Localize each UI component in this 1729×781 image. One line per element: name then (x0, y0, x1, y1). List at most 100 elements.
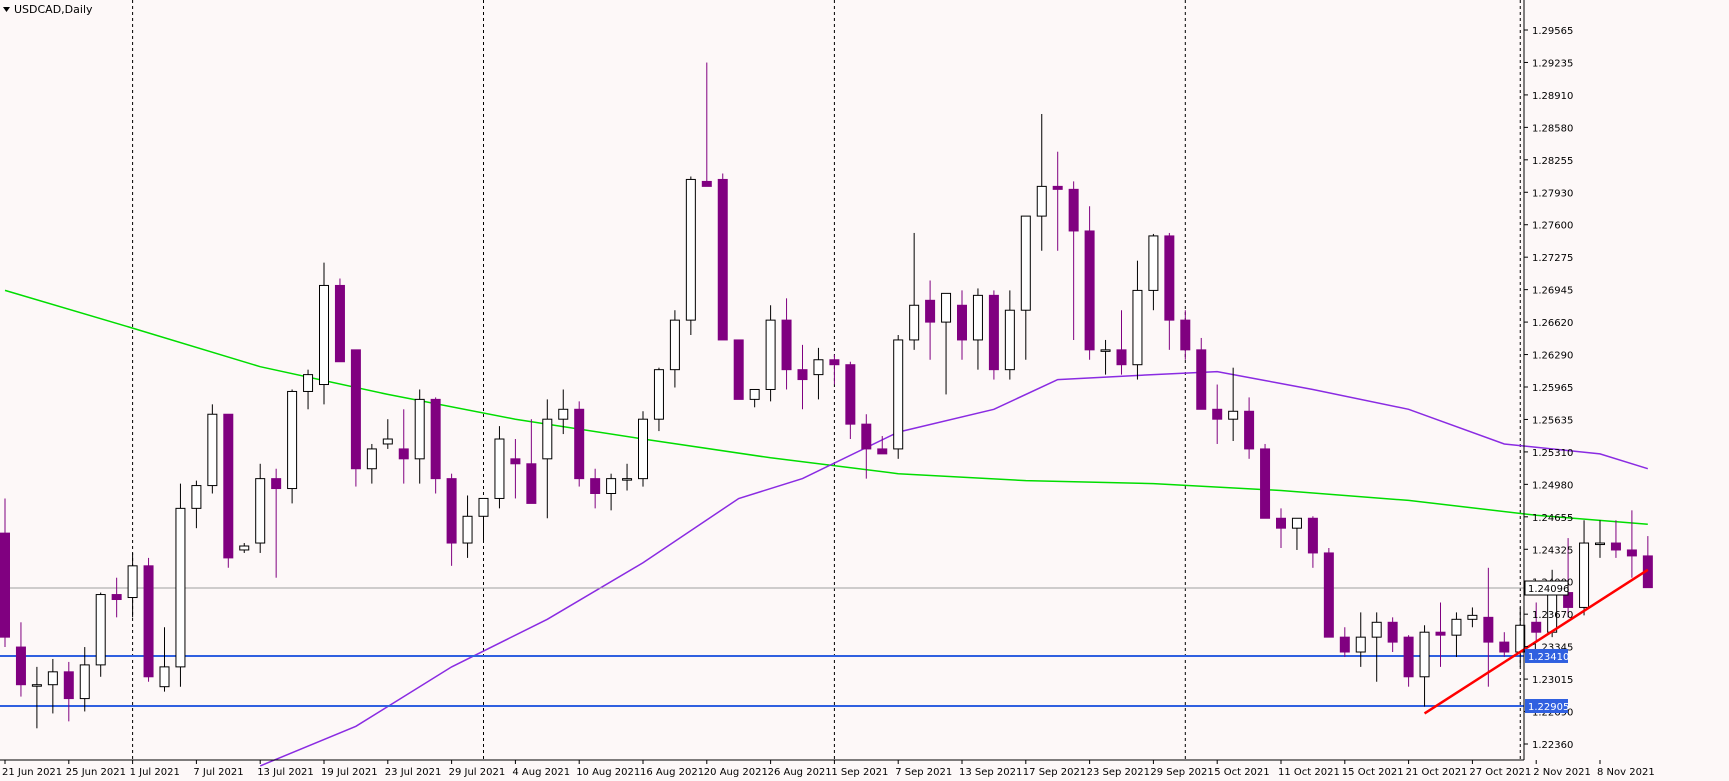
candle-body (15, 646, 26, 686)
candle-body (1403, 636, 1414, 678)
candle-body (1260, 448, 1271, 519)
candle[interactable] (685, 176, 696, 335)
candle-body (1387, 621, 1398, 643)
candle-body (207, 413, 218, 487)
price-tick-label: 1.26290 (1532, 351, 1573, 362)
candle-body (462, 515, 473, 544)
time-tick-label: 15 Oct 2021 (1342, 767, 1404, 778)
price-tick-label: 1.27600 (1532, 221, 1573, 232)
candle-body (47, 671, 58, 686)
candle-body (574, 408, 585, 480)
price-tick-label: 1.29235 (1532, 58, 1573, 69)
candle-body (1579, 542, 1590, 608)
candle-body (1323, 552, 1334, 638)
candle-body (1610, 542, 1621, 551)
candle[interactable] (287, 389, 298, 504)
candle[interactable] (207, 404, 218, 494)
candle-body (1307, 517, 1318, 554)
time-tick-label: 23 Sep 2021 (1087, 767, 1150, 778)
candle[interactable] (717, 173, 728, 341)
candle-body (1531, 621, 1542, 633)
candle-body (143, 565, 154, 678)
candle-body (685, 178, 696, 321)
candle-body (542, 418, 553, 460)
candle-body (319, 284, 329, 386)
candle-body (925, 299, 936, 323)
price-tick-label: 1.25965 (1532, 383, 1573, 394)
price-tick-label: 1.28910 (1532, 91, 1573, 102)
chart-title: USDCAD,Daily (3, 3, 93, 16)
candle-body (1132, 289, 1143, 366)
time-tick-label: 13 Sep 2021 (959, 767, 1022, 778)
candle[interactable] (334, 278, 345, 363)
candle[interactable] (893, 334, 904, 459)
candle-body (1515, 624, 1526, 653)
candle-body (1004, 309, 1015, 371)
candle-body (303, 374, 314, 392)
candle-body (1355, 636, 1366, 653)
time-tick-label: 29 Jul 2021 (449, 767, 506, 778)
candle[interactable] (223, 413, 234, 568)
candle-body (845, 364, 856, 425)
price-tick-label: 1.27930 (1532, 188, 1573, 199)
candle-body (446, 478, 457, 544)
candle[interactable] (95, 592, 106, 677)
time-tick-label: 8 Nov 2021 (1597, 767, 1655, 778)
candle-body (829, 359, 840, 366)
candle-body (1276, 517, 1286, 529)
time-tick-label: 10 Aug 2021 (576, 767, 640, 778)
candle-body (957, 304, 967, 341)
candle-body (1052, 185, 1063, 190)
candle-body (781, 319, 792, 371)
candlestick-chart[interactable]: 1.29565 1.29235 1.28910 1.28580 1.28255 1.279… (0, 0, 1729, 781)
candle-body (1148, 235, 1159, 291)
candle-body (1339, 636, 1350, 653)
candle[interactable] (1323, 547, 1334, 638)
candle-body (271, 478, 282, 490)
candle[interactable] (638, 411, 648, 487)
chart-background (0, 0, 1729, 781)
candle-body (1212, 408, 1223, 420)
candle[interactable] (765, 305, 776, 402)
price-tick-label: 1.27275 (1532, 253, 1573, 264)
candle-body (382, 438, 393, 445)
candle-body (1435, 631, 1446, 636)
time-tick-label: 26 Aug 2021 (768, 767, 832, 778)
chart-window[interactable]: 1.29565 1.29235 1.28910 1.28580 1.28255 1.279… (0, 0, 1729, 781)
time-tick-label: 2 Nov 2021 (1533, 767, 1591, 778)
candle[interactable] (143, 557, 154, 682)
time-tick-label: 21 Oct 2021 (1406, 767, 1468, 778)
candle-body (79, 664, 90, 700)
time-tick-label: 20 Aug 2021 (704, 767, 768, 778)
candle-body (972, 294, 983, 341)
candle-body (1196, 349, 1207, 410)
candle[interactable] (574, 401, 585, 487)
candle-body (526, 463, 537, 504)
candle-body (893, 339, 904, 450)
candle-body (653, 369, 664, 420)
candle-body (1036, 185, 1047, 217)
candle[interactable] (1260, 443, 1271, 519)
candle-body (63, 671, 74, 700)
candle[interactable] (175, 483, 186, 687)
candle[interactable] (988, 290, 999, 380)
price-tick-label: 1.24980 (1532, 480, 1573, 491)
candle-body (1084, 230, 1095, 351)
candle[interactable] (430, 397, 441, 494)
candle-body (701, 180, 712, 187)
candle-body (510, 458, 521, 465)
price-tick-label: 1.25310 (1532, 448, 1573, 459)
candle-body (0, 532, 10, 638)
time-tick-label: 7 Sep 2021 (895, 767, 952, 778)
price-tick-label: 1.23015 (1532, 675, 1573, 686)
candle-body (239, 545, 250, 551)
candle-body (1419, 631, 1430, 678)
candle-body (941, 292, 952, 323)
candle[interactable] (350, 349, 361, 487)
candle-body (558, 408, 569, 420)
candle-body (1068, 188, 1079, 232)
candle[interactable] (733, 339, 744, 400)
price-tick-label: 1.26945 (1532, 286, 1573, 297)
price-tick-label: 1.26620 (1532, 318, 1573, 329)
candle-body (31, 684, 42, 687)
